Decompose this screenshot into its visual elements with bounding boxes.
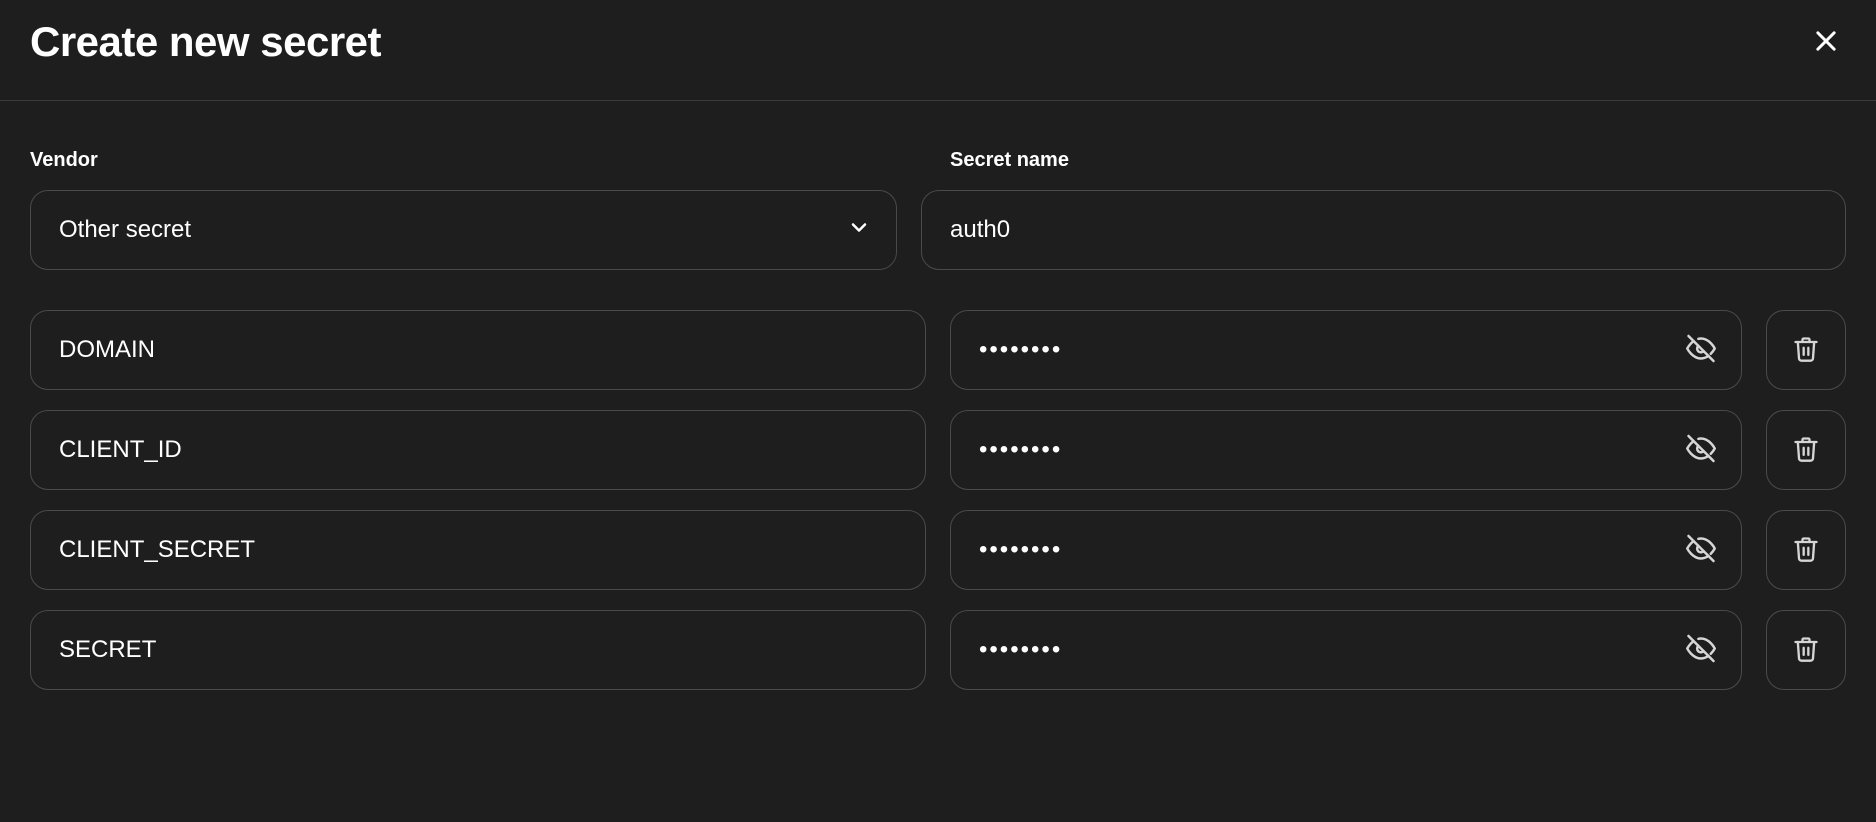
secret-key-input[interactable] <box>30 310 926 390</box>
trash-icon <box>1792 535 1820 566</box>
vendor-select[interactable]: Other secret <box>30 190 897 270</box>
trash-icon <box>1792 335 1820 366</box>
secret-value-input[interactable] <box>950 510 1742 590</box>
delete-row-button[interactable] <box>1766 410 1846 490</box>
eye-off-icon <box>1686 434 1716 467</box>
trash-icon <box>1792 435 1820 466</box>
close-icon <box>1812 27 1840 58</box>
trash-icon <box>1792 635 1820 666</box>
secret-row <box>30 510 1846 590</box>
delete-row-button[interactable] <box>1766 310 1846 390</box>
secret-name-label: Secret name <box>950 149 1846 172</box>
secret-value-input[interactable] <box>950 410 1742 490</box>
secret-key-input[interactable] <box>30 610 926 690</box>
toggle-visibility-button[interactable] <box>1682 430 1720 471</box>
dialog-header: Create new secret <box>0 0 1876 101</box>
close-button[interactable] <box>1806 21 1846 64</box>
secret-value-input[interactable] <box>950 310 1742 390</box>
toggle-visibility-button[interactable] <box>1682 630 1720 671</box>
secret-name-input[interactable] <box>921 190 1846 270</box>
top-fields-row: Other secret <box>30 190 1846 270</box>
toggle-visibility-button[interactable] <box>1682 330 1720 371</box>
vendor-label: Vendor <box>30 149 926 172</box>
delete-row-button[interactable] <box>1766 610 1846 690</box>
secret-key-input[interactable] <box>30 410 926 490</box>
eye-off-icon <box>1686 334 1716 367</box>
eye-off-icon <box>1686 534 1716 567</box>
secret-row <box>30 610 1846 690</box>
dialog-title: Create new secret <box>30 18 381 66</box>
secret-value-input[interactable] <box>950 610 1742 690</box>
field-labels-row: Vendor Secret name <box>30 149 1846 172</box>
dialog-body: Vendor Secret name Other secret <box>0 101 1876 720</box>
secret-rows <box>30 310 1846 690</box>
toggle-visibility-button[interactable] <box>1682 530 1720 571</box>
delete-row-button[interactable] <box>1766 510 1846 590</box>
vendor-select-value: Other secret <box>59 216 191 244</box>
secret-row <box>30 410 1846 490</box>
eye-off-icon <box>1686 634 1716 667</box>
secret-key-input[interactable] <box>30 510 926 590</box>
secret-row <box>30 310 1846 390</box>
